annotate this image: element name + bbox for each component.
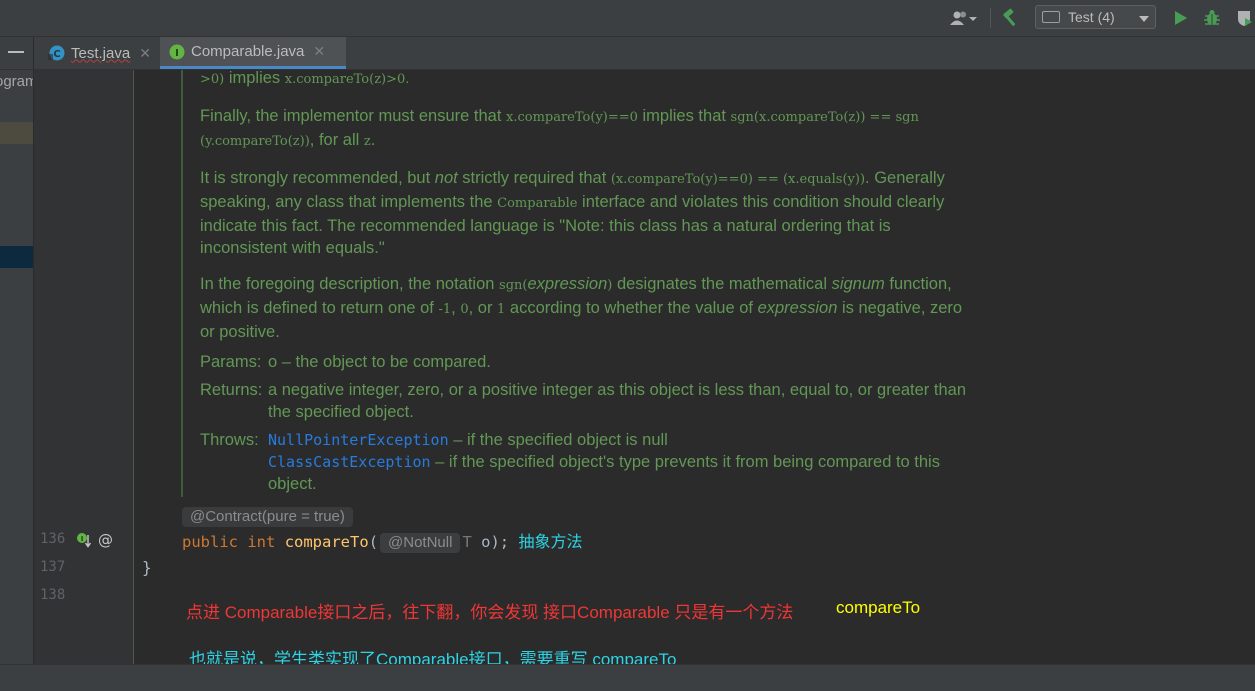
tab-test-java[interactable]: C Test.java ✕ — [40, 37, 160, 69]
doc-paragraph: It is strongly recommended, but not stri… — [200, 169, 945, 257]
doc-paragraph: In the foregoing description, the notati… — [200, 275, 963, 341]
javadoc-border — [181, 70, 183, 497]
closing-brace: } — [142, 558, 152, 577]
editor-gutter: 136 137 138 I @ — [34, 70, 134, 664]
contract-inlay-hint[interactable]: @Contract(pure = true) — [182, 507, 353, 527]
minimize-panel-icon[interactable] — [8, 51, 24, 53]
project-tree-highlight[interactable] — [0, 122, 33, 144]
java-interface-icon: I — [169, 44, 185, 59]
project-panel: ogram — [0, 70, 33, 664]
svg-text:I: I — [81, 535, 84, 543]
notnull-inlay-hint[interactable]: @NotNull — [380, 533, 461, 553]
doc-returns: Returns: a negative integer, zero, or a … — [200, 379, 980, 423]
tab-bar-separator — [33, 37, 34, 69]
svg-text:I: I — [175, 48, 179, 59]
main-toolbar: Test (4) — [0, 0, 1255, 37]
debug-icon[interactable] — [1199, 0, 1225, 36]
null-pointer-exception-link[interactable]: NullPointerException — [268, 431, 449, 449]
close-tab-icon[interactable]: ✕ — [313, 43, 325, 60]
toolbar-separator — [990, 8, 991, 28]
javadoc-rendered: >0) implies x.compareTo(z)>0. Finally, t… — [200, 70, 980, 495]
coverage-icon[interactable] — [1232, 0, 1255, 36]
yellow-annotation-note: compareTo — [836, 598, 921, 617]
project-tree-selection[interactable] — [0, 246, 33, 268]
line-number: 137 — [40, 559, 66, 575]
doc-params: Params: o – the object to be compared. — [200, 351, 980, 373]
class-cast-exception-link[interactable]: ClassCastException — [268, 453, 431, 471]
returns-value: a negative integer, zero, or a positive … — [268, 381, 966, 421]
params-label: Params: — [200, 353, 262, 371]
overridden-method-icon[interactable]: I — [76, 531, 92, 553]
line-number: 136 — [40, 531, 66, 547]
java-class-icon: C — [48, 45, 65, 61]
build-hammer-icon[interactable] — [998, 0, 1024, 36]
project-tree-text: ogram — [0, 73, 33, 90]
tab-comparable-java[interactable]: I Comparable.java ✕ — [160, 37, 346, 69]
tab-label: Test.java — [71, 44, 131, 62]
run-configuration-dropdown[interactable]: Test (4) — [1035, 5, 1156, 29]
red-annotation-note: 点进 Comparable接口之后，往下翻，你会发现 接口Comparable … — [186, 603, 794, 622]
run-config-label: Test (4) — [1068, 9, 1115, 25]
returns-label: Returns: — [200, 381, 263, 399]
user-account-icon[interactable] — [946, 0, 982, 36]
run-icon[interactable] — [1169, 0, 1193, 36]
doc-throws: Throws: NullPointerException – if the sp… — [200, 429, 980, 495]
throws-label: Throws: — [200, 431, 259, 449]
params-value: o – the object to be compared. — [268, 353, 491, 371]
tab-label: Comparable.java — [191, 43, 305, 60]
cyan-annotation-note: 也就是说，学生类实现了Comparable接口，需要重写 compareTo — [189, 650, 677, 664]
doc-paragraph: Finally, the implementor must ensure tha… — [200, 107, 919, 149]
method-declaration[interactable]: public int compareTo(@NotNull T o); 抽象方法 — [182, 530, 582, 554]
line-number: 138 — [40, 587, 66, 603]
method-annotation-note: 抽象方法 — [518, 534, 583, 551]
annotation-at-icon[interactable]: @ — [98, 531, 113, 549]
status-bar — [0, 664, 1255, 691]
code-editor[interactable]: >0) implies x.compareTo(z)>0. Finally, t… — [134, 70, 1255, 664]
chevron-down-icon — [1139, 9, 1149, 25]
close-tab-icon[interactable]: ✕ — [139, 45, 151, 62]
doc-paragraph: >0) implies x.compareTo(z)>0. — [200, 70, 410, 87]
run-config-icon — [1042, 11, 1060, 23]
svg-text:C: C — [53, 49, 60, 60]
throws-value: NullPointerException – if the specified … — [268, 431, 940, 493]
editor-tab-bar: C Test.java ✕ I Comparable.java ✕ — [0, 37, 1255, 70]
